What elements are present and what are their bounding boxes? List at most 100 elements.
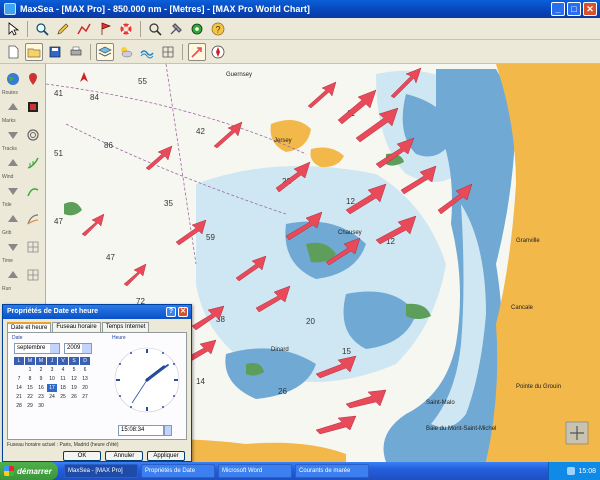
taskbar: démarrer MaxSea - [MAX Pro] Propriétés d… (0, 462, 600, 480)
calendar-day[interactable]: 23 (36, 393, 46, 401)
task-item[interactable]: Microsoft Word (218, 464, 292, 478)
calendar-day[interactable]: 10 (47, 375, 57, 383)
month-select[interactable]: septembre (14, 343, 60, 354)
dialog-help-button[interactable]: ? (166, 307, 176, 317)
close-button[interactable]: ✕ (583, 2, 597, 16)
grid-small-icon[interactable] (24, 238, 42, 256)
calendar-day[interactable]: 16 (36, 384, 46, 392)
gps-icon[interactable] (188, 20, 206, 38)
calendar-day[interactable]: 22 (25, 393, 35, 401)
route-icon[interactable] (75, 20, 93, 38)
nav-up-icon[interactable] (4, 98, 22, 116)
open-icon[interactable] (25, 42, 43, 61)
time-field[interactable]: 15:08:34 (118, 425, 164, 436)
task-item[interactable]: Propriétés de Date (141, 464, 215, 478)
calendar-day[interactable]: 13 (80, 375, 90, 383)
tab-internet-time[interactable]: Temps Internet (101, 322, 150, 332)
weather-icon[interactable] (117, 43, 135, 61)
nav-up-icon[interactable] (4, 154, 22, 172)
tab-date-time[interactable]: Date et heure (7, 322, 52, 332)
calendar-day[interactable]: 25 (58, 393, 68, 401)
calendar-day[interactable]: 28 (14, 402, 24, 410)
nav-up-icon[interactable] (4, 210, 22, 228)
nav-down-icon[interactable] (4, 126, 22, 144)
calendar-day[interactable]: 18 (58, 384, 68, 392)
calendar-day[interactable]: 11 (58, 375, 68, 383)
spiral-icon[interactable] (24, 126, 42, 144)
nav-up-icon[interactable] (4, 266, 22, 284)
calendar-day[interactable]: 26 (69, 393, 79, 401)
tide-icon[interactable] (138, 43, 156, 61)
calendar-day (14, 366, 24, 374)
place-label: Jersey (274, 138, 292, 144)
calendar-day[interactable]: 8 (25, 375, 35, 383)
calendar-day[interactable]: 1 (25, 366, 35, 374)
pencil-icon[interactable] (54, 20, 72, 38)
calendar-day[interactable]: 27 (80, 393, 90, 401)
calendar-day[interactable]: 14 (14, 384, 24, 392)
globe-icon[interactable] (4, 70, 22, 88)
calendar-day[interactable]: 30 (36, 402, 46, 410)
minimize-button[interactable]: _ (551, 2, 565, 16)
chart-window-icon[interactable] (24, 98, 42, 116)
dialog-close-button[interactable]: ✕ (178, 307, 188, 317)
mark-icon[interactable] (96, 20, 114, 38)
lifebuoy-icon[interactable] (117, 20, 135, 38)
compass-icon[interactable] (209, 43, 227, 61)
calendar-day[interactable]: 20 (80, 384, 90, 392)
calendar-day[interactable]: 24 (47, 393, 57, 401)
cancel-button[interactable]: Annuler (105, 451, 143, 461)
time-spinner-icon[interactable] (164, 425, 172, 436)
calendar-day[interactable]: 5 (69, 366, 79, 374)
print-icon[interactable] (67, 43, 85, 61)
current-arrow (337, 89, 377, 125)
time-section-label: Heure (112, 335, 126, 341)
arrow-icon[interactable] (188, 42, 206, 61)
maximize-button[interactable]: □ (567, 2, 581, 16)
tab-time-zone[interactable]: Fuseau horaire (52, 322, 101, 332)
year-spinner[interactable]: 2009 (64, 343, 92, 354)
apply-button[interactable]: Appliquer (147, 451, 185, 461)
calendar-day[interactable]: 29 (25, 402, 35, 410)
date-section-label: Date (12, 335, 23, 341)
start-button[interactable]: démarrer (0, 462, 58, 480)
calendar-day[interactable]: 19 (69, 384, 79, 392)
weekday-header: M (36, 357, 46, 365)
calendar-day[interactable]: 17 (47, 384, 57, 392)
calendar-day[interactable]: 2 (36, 366, 46, 374)
grid-small-icon[interactable] (24, 266, 42, 284)
task-item[interactable]: MaxSea - [MAX Pro] (64, 464, 138, 478)
nav-down-icon[interactable] (4, 238, 22, 256)
calendar-day[interactable]: 15 (25, 384, 35, 392)
calendar-day[interactable]: 12 (69, 375, 79, 383)
calendar-day[interactable]: 6 (80, 366, 90, 374)
cursor-icon[interactable] (4, 20, 22, 38)
tray-icon[interactable] (567, 467, 576, 475)
zoom-icon[interactable] (33, 20, 51, 38)
timezone-text: Fuseau horaire actuel : Paris, Madrid (h… (7, 442, 119, 448)
nav-down-icon[interactable] (4, 182, 22, 200)
layers-icon[interactable] (96, 42, 114, 61)
search-icon[interactable] (146, 20, 164, 38)
calendar-day[interactable]: 21 (14, 393, 24, 401)
save-icon[interactable] (46, 43, 64, 61)
help-icon[interactable]: ? (209, 20, 227, 38)
task-item[interactable]: Courants de marée (295, 464, 369, 478)
calendar-day[interactable]: 4 (58, 366, 68, 374)
ok-button[interactable]: OK (63, 451, 101, 461)
date-time-dialog: Propriétés de Date et heure ? ✕ Date et … (2, 304, 192, 462)
system-tray: 15:08 (548, 462, 600, 480)
tide-curve-icon[interactable] (24, 182, 42, 200)
new-icon[interactable] (4, 43, 22, 61)
calendar-day[interactable]: 7 (14, 375, 24, 383)
depth-label: 55 (138, 77, 147, 86)
calendar-day[interactable]: 9 (36, 375, 46, 383)
wind-icon[interactable] (24, 154, 42, 172)
tools-icon[interactable] (167, 20, 185, 38)
calendar-day[interactable]: 3 (47, 366, 57, 374)
window-title: MaxSea - [MAX Pro] - 850.000 nm - [Metre… (20, 4, 310, 14)
month-value: septembre (17, 345, 46, 351)
grid-icon[interactable] (159, 43, 177, 61)
grib-icon[interactable] (24, 210, 42, 228)
pin-icon[interactable] (24, 70, 42, 88)
